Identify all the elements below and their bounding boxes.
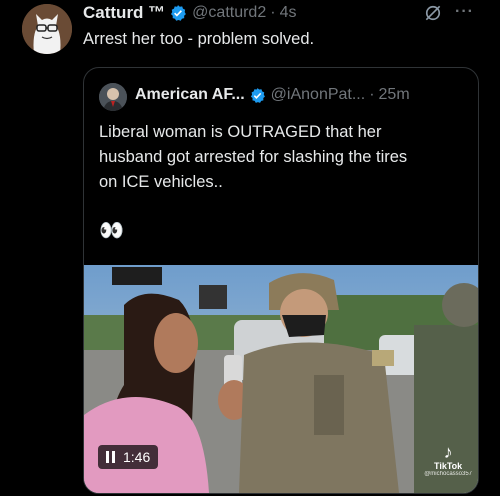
timestamp[interactable]: 4s	[280, 4, 297, 22]
tiktok-watermark: ♪ TikTok @michocasso357	[424, 443, 472, 477]
quoted-author-avatar[interactable]	[99, 83, 127, 111]
grok-icon[interactable]	[423, 3, 443, 23]
quoted-tweet-card[interactable]: American AF... @iAnonPat... · 25m Libera…	[83, 67, 479, 494]
video-duration-badge[interactable]: 1:46	[98, 445, 159, 469]
separator-dot: ·	[369, 86, 375, 103]
pause-icon[interactable]	[106, 451, 115, 463]
quoted-author-name[interactable]: American AF...	[135, 86, 245, 104]
quoted-author-handle[interactable]: @iAnonPat...	[271, 86, 366, 104]
video-duration: 1:46	[123, 449, 151, 465]
quoted-text-line: on ICE vehicles..	[99, 173, 223, 191]
more-icon[interactable]: ···	[455, 3, 477, 23]
separator-dot: ·	[270, 4, 276, 21]
quoted-text-line: Liberal woman is OUTRAGED that her	[99, 123, 382, 141]
tweet-text: Arrest her too - problem solved.	[83, 30, 315, 48]
verified-badge-icon	[250, 87, 265, 103]
eyes-emoji: 👀	[99, 220, 124, 242]
tiktok-user: @michocasso357	[424, 471, 472, 477]
verified-badge-icon	[171, 5, 187, 21]
quoted-tweet-header: American AF... @iAnonPat... · 25m	[135, 86, 410, 104]
quoted-text-line: husband got arrested for slashing the ti…	[99, 148, 408, 166]
quoted-tweet-text: Liberal woman is OUTRAGED that her husba…	[99, 120, 469, 195]
tiktok-icon: ♪	[443, 442, 453, 462]
tweet-header: Catturd ™ @catturd2 · 4s	[83, 2, 296, 24]
quoted-timestamp[interactable]: 25m	[379, 86, 410, 104]
author-avatar[interactable]	[22, 4, 72, 54]
video-player[interactable]: 1:46 ♪ TikTok @michocasso357	[84, 265, 478, 493]
author-handle[interactable]: @catturd2	[192, 4, 266, 22]
author-name[interactable]: Catturd ™	[83, 3, 165, 23]
tiktok-label: TikTok	[434, 461, 463, 471]
